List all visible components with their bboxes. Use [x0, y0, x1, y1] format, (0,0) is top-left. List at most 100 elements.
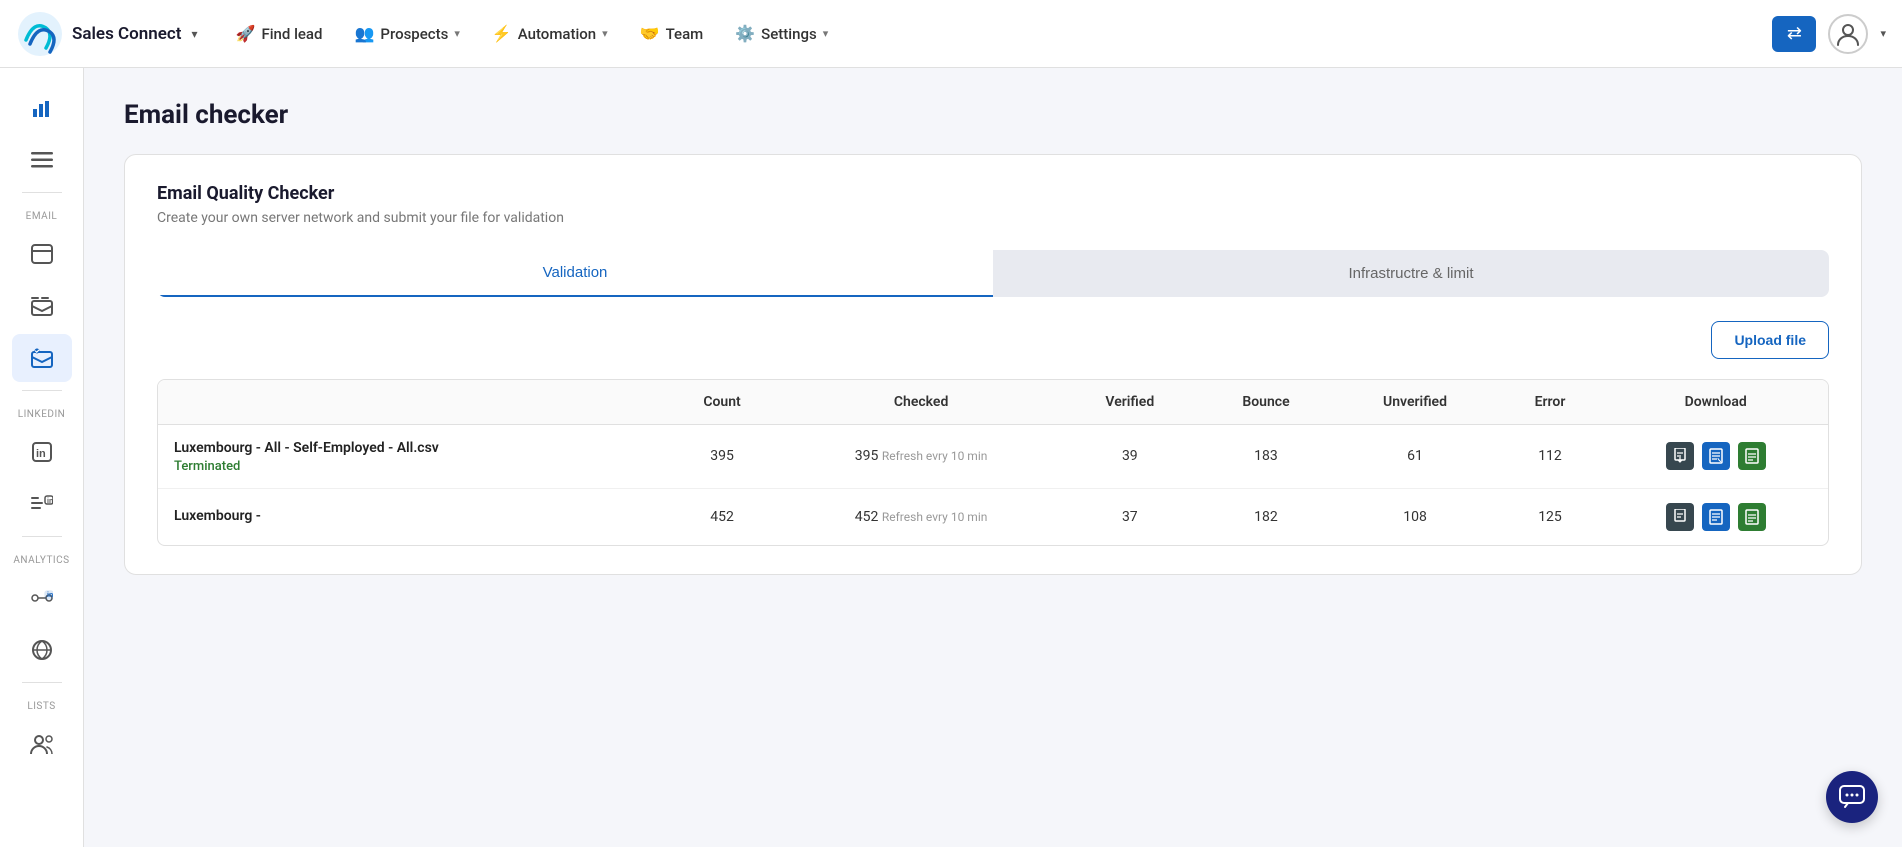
col-verified: Verified [1061, 380, 1198, 425]
bounce-2: 182 [1199, 488, 1334, 545]
col-unverified: Unverified [1333, 380, 1496, 425]
nav-settings[interactable]: ⚙️ Settings ▾ [721, 16, 842, 51]
user-chevron-icon[interactable]: ▾ [1880, 27, 1886, 40]
email-check-icon [31, 348, 53, 368]
gear-icon: ⚙️ [735, 24, 755, 43]
download-green-icon-2[interactable] [1738, 503, 1766, 531]
refresh-note-2: Refresh evry 10 min [882, 510, 988, 524]
file-name-1: Luxembourg - All - Self-Employed - All.c… [174, 439, 647, 459]
sidebar-divider-1 [22, 192, 62, 193]
sidebar-item-link-analytics[interactable]: in [12, 574, 72, 622]
automation-chevron-icon: ▾ [602, 27, 608, 40]
sidebar-divider-2 [22, 390, 62, 391]
automation-icon: ⚡ [492, 24, 512, 43]
checked-1: 395 Refresh evry 10 min [781, 425, 1061, 489]
tab-infrastructure[interactable]: Infrastructre & limit [993, 250, 1829, 297]
sidebar-section-lists: LISTS [0, 701, 83, 712]
logo[interactable]: Sales Connect ▾ [16, 10, 198, 58]
sidebar-item-globe[interactable] [12, 626, 72, 674]
download-icons-2 [1619, 503, 1812, 531]
linkedin-list-icon: in [31, 495, 53, 513]
upload-file-button[interactable]: Upload file [1711, 321, 1829, 359]
sidebar-item-users[interactable] [12, 720, 72, 768]
refresh-note-1: Refresh evry 10 min [882, 449, 988, 463]
unverified-1: 61 [1333, 425, 1496, 489]
table-row: Luxembourg - All - Self-Employed - All.c… [158, 425, 1828, 489]
col-download: Download [1603, 380, 1828, 425]
card-title: Email Quality Checker [157, 183, 1829, 204]
email-checker-table: Count Checked Verified Bounce Unverified… [157, 379, 1829, 546]
col-bounce: Bounce [1199, 380, 1334, 425]
nav-find-lead-label: Find lead [261, 25, 322, 43]
nav-items: 🚀 Find lead 👥 Prospects ▾ ⚡ Automation ▾… [222, 16, 1773, 51]
switch-button[interactable]: ⇄ [1772, 16, 1816, 52]
sidebar-item-linkedin[interactable]: in [12, 428, 72, 476]
count-2: 452 [663, 488, 781, 545]
sidebar-item-email-check[interactable] [12, 334, 72, 382]
checked-2: 452 Refresh evry 10 min [781, 488, 1061, 545]
sidebar-item-menu[interactable] [12, 136, 72, 184]
logo-text: Sales Connect [72, 24, 182, 44]
nav-prospects[interactable]: 👥 Prospects ▾ [340, 16, 473, 51]
sidebar-divider-3 [22, 536, 62, 537]
col-checked: Checked [781, 380, 1061, 425]
svg-text:in: in [36, 448, 46, 460]
col-name [158, 380, 663, 425]
nav-find-lead[interactable]: 🚀 Find lead [222, 16, 337, 51]
svg-text:in: in [47, 498, 53, 505]
tab-validation[interactable]: Validation [157, 250, 993, 297]
logo-chevron-icon: ▾ [192, 27, 198, 41]
globe-icon [31, 639, 53, 661]
link-analytics-icon: in [31, 588, 53, 608]
sidebar-item-inbox[interactable] [12, 230, 72, 278]
email-list-icon [31, 296, 53, 316]
download-dark-icon-1[interactable] [1666, 442, 1694, 470]
main-content: Email checker Email Quality Checker Crea… [84, 68, 1902, 847]
nav-settings-label: Settings [761, 25, 817, 43]
nav-automation[interactable]: ⚡ Automation ▾ [478, 16, 622, 51]
sidebar-item-email-list[interactable] [12, 282, 72, 330]
sidebar-section-analytics: ANALYTICS [0, 555, 83, 566]
download-green-icon-1[interactable] [1738, 442, 1766, 470]
topnav: Sales Connect ▾ 🚀 Find lead 👥 Prospects … [0, 0, 1902, 68]
nav-team-label: Team [666, 25, 704, 43]
user-icon [1835, 21, 1861, 47]
sidebar-divider-4 [22, 682, 62, 683]
nav-right: ⇄ ▾ [1772, 14, 1886, 54]
sidebar-section-email: EMAIL [0, 211, 83, 222]
card-subtitle: Create your own server network and submi… [157, 210, 1829, 226]
download-2 [1603, 488, 1828, 545]
nav-team[interactable]: 🤝 Team [626, 16, 718, 51]
nav-prospects-label: Prospects [380, 25, 448, 43]
verified-1: 39 [1061, 425, 1198, 489]
sidebar-section-linkedin: LINKEDIN [0, 409, 83, 420]
download-1 [1603, 425, 1828, 489]
chat-bubble[interactable] [1826, 771, 1878, 823]
col-count: Count [663, 380, 781, 425]
error-1: 112 [1497, 425, 1604, 489]
results-table: Count Checked Verified Bounce Unverified… [158, 380, 1828, 545]
user-avatar[interactable] [1828, 14, 1868, 54]
bounce-1: 183 [1199, 425, 1334, 489]
logo-icon [16, 10, 64, 58]
verified-2: 37 [1061, 488, 1198, 545]
svg-text:in: in [47, 592, 53, 599]
upload-row: Upload file [157, 321, 1829, 359]
prospects-chevron-icon: ▾ [454, 27, 460, 40]
file-name-cell-2: Luxembourg - [158, 488, 663, 545]
download-blue-icon-1[interactable] [1702, 442, 1730, 470]
sidebar-item-chart[interactable] [12, 84, 72, 132]
download-dark-icon-2[interactable] [1666, 503, 1694, 531]
download-blue-icon-2[interactable] [1702, 503, 1730, 531]
settings-chevron-icon: ▾ [823, 27, 829, 40]
hamburger-icon [31, 152, 53, 168]
download-icons-1 [1619, 442, 1812, 470]
sidebar-item-linkedin-list[interactable]: in [12, 480, 72, 528]
tab-bar: Validation Infrastructre & limit [157, 250, 1829, 297]
table-body: Luxembourg - All - Self-Employed - All.c… [158, 425, 1828, 545]
table-row: Luxembourg - 452 452 Refresh evry 10 min… [158, 488, 1828, 545]
chart-icon [31, 97, 53, 119]
team-icon: 🤝 [640, 24, 660, 43]
chat-icon [1839, 785, 1865, 809]
status-badge-1: Terminated [174, 459, 647, 474]
